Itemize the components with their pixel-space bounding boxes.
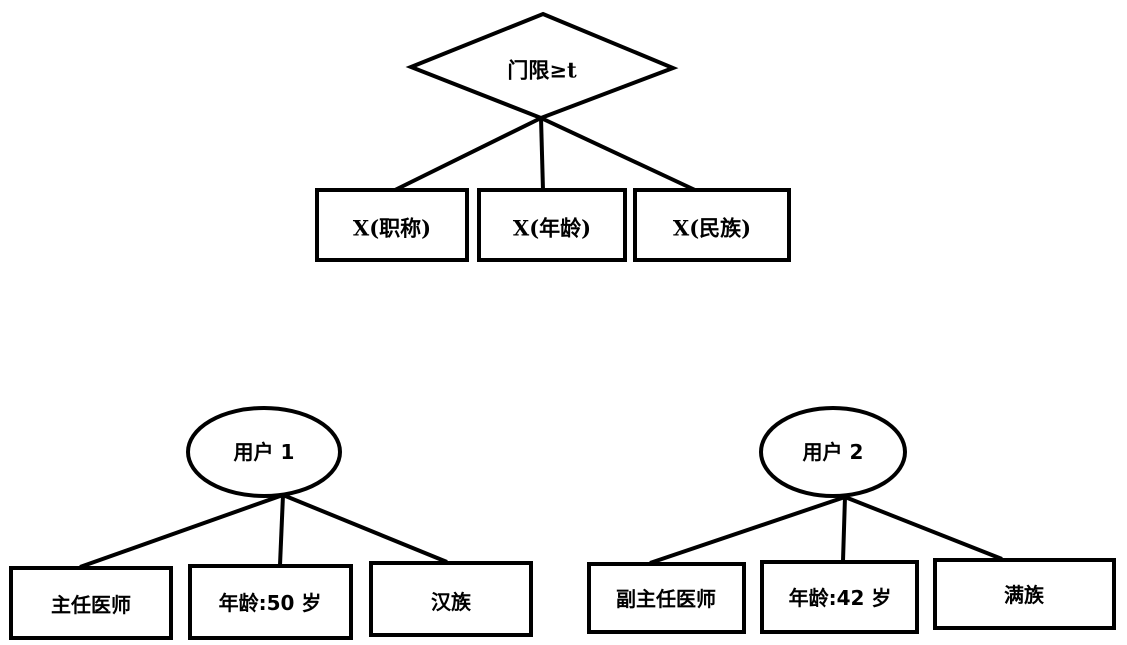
edge-root-to-ethnicity	[540, 116, 696, 192]
edge-root-to-age	[539, 117, 545, 191]
user-1-label: 用户 1	[234, 440, 295, 464]
user-attribute-label: 年龄:42 岁	[789, 586, 892, 610]
edge-user2-to-ethnicity	[844, 495, 1003, 561]
policy-attribute-node: X(民族)	[633, 188, 791, 262]
user-attribute-node: 副主任医师	[587, 562, 746, 634]
policy-attribute-label: X(职称)	[353, 216, 431, 241]
user-attribute-node: 年龄:42 岁	[760, 560, 919, 634]
edge-root-to-title	[394, 116, 542, 192]
policy-attribute-label: X(年龄)	[513, 216, 591, 241]
user-1-edges	[79, 493, 448, 569]
edge-user2-to-age	[841, 496, 847, 562]
edge-user1-to-title	[79, 493, 284, 569]
policy-edges	[394, 116, 696, 192]
user-attribute-label: 年龄:50 岁	[219, 591, 322, 615]
access-policy-diagram: 门限≥t X(职称) X(年龄) X(民族) 用户 1 主任医师 年龄:50 岁…	[9, 11, 1116, 640]
threshold-gate-node: 门限≥t	[405, 11, 679, 121]
policy-attribute-label: X(民族)	[673, 216, 751, 241]
edge-user1-to-ethnicity	[282, 493, 448, 564]
user-attribute-node: 汉族	[369, 561, 533, 637]
edge-user2-to-title	[649, 495, 846, 565]
threshold-label: 门限≥t	[507, 58, 577, 83]
user-1-node: 用户 1	[186, 406, 342, 498]
user-2-node: 用户 2	[759, 406, 907, 498]
user-2-label: 用户 2	[803, 440, 864, 464]
edge-user1-to-age	[278, 494, 285, 566]
user-2-edges	[649, 495, 1003, 565]
user-attribute-label: 副主任医师	[616, 587, 716, 611]
user-attribute-node: 满族	[933, 558, 1116, 630]
user-attribute-node: 主任医师	[9, 566, 173, 640]
user-attribute-label: 满族	[1004, 583, 1045, 607]
user-attribute-node: 年龄:50 岁	[188, 564, 353, 640]
policy-attribute-node: X(职称)	[315, 188, 469, 262]
user-attribute-label: 汉族	[431, 590, 472, 614]
policy-attribute-node: X(年龄)	[477, 188, 627, 262]
user-attribute-label: 主任医师	[51, 593, 131, 617]
